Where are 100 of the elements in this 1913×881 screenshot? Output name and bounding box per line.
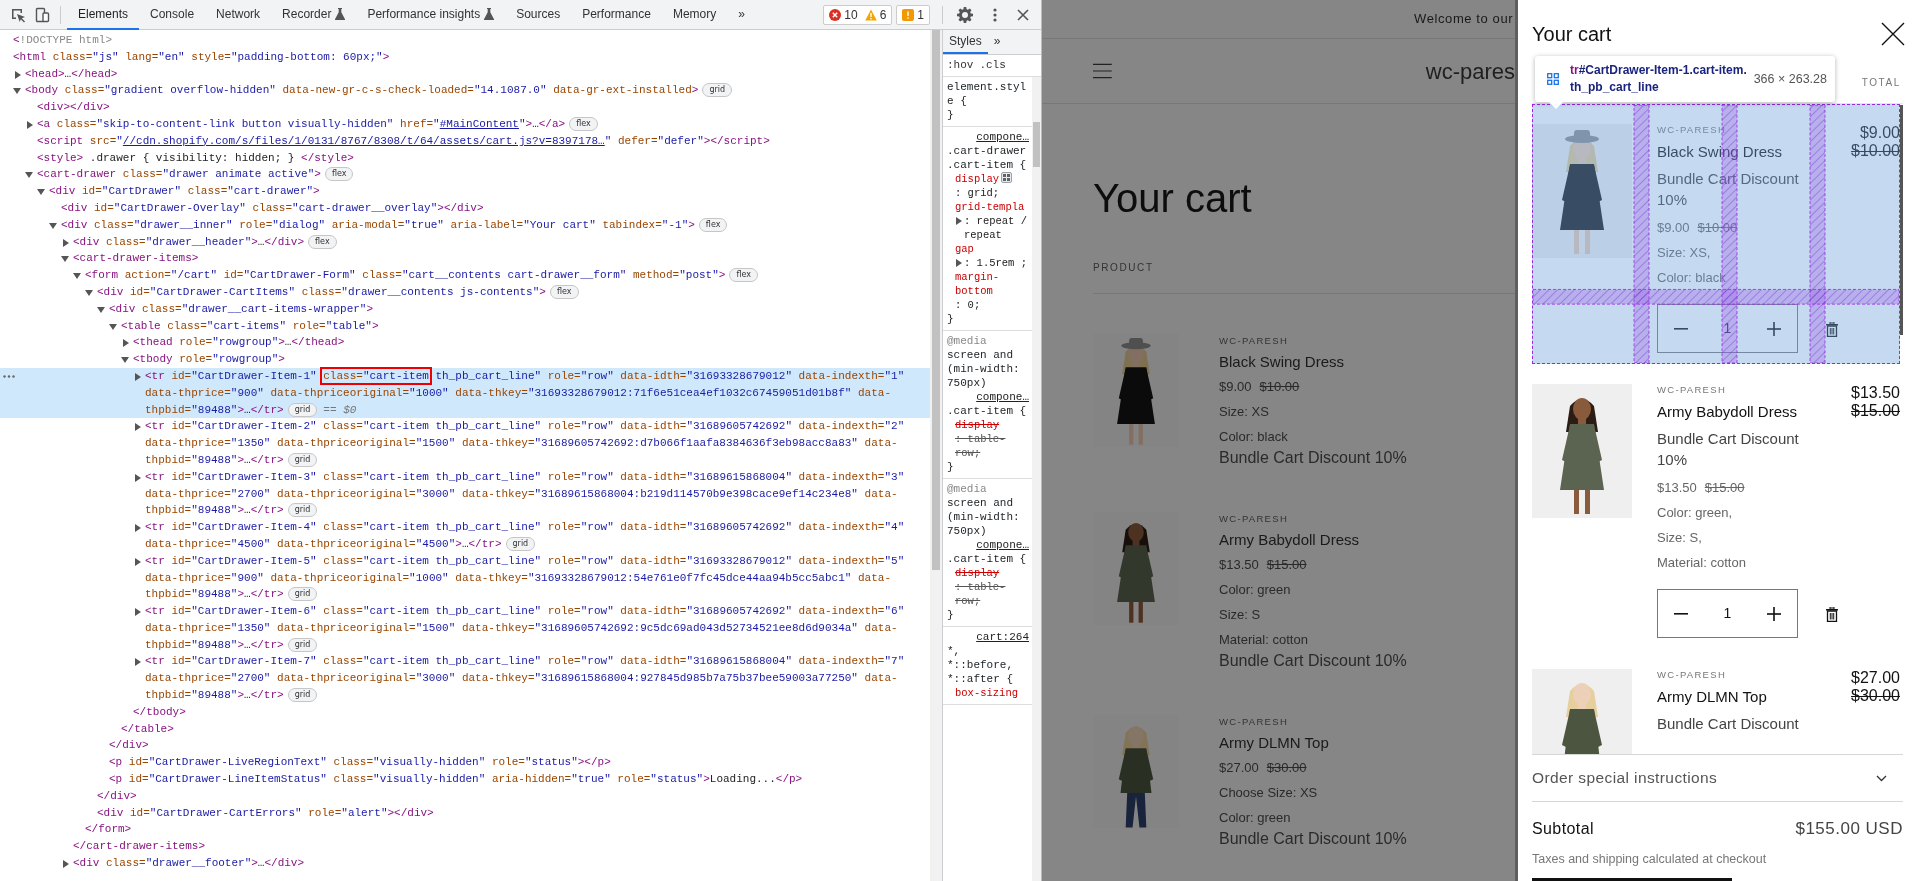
dom-tree-row[interactable]: <div class="drawer__cart-items-wrapper"> bbox=[0, 300, 930, 318]
dom-tree-row[interactable]: <div id="CartDrawer-Overlay" class="cart-drawer__overlay"></div> bbox=[0, 199, 930, 217]
caret-right-icon[interactable] bbox=[63, 238, 69, 247]
caret-down-icon[interactable] bbox=[61, 256, 69, 263]
quantity-field[interactable]: 1 bbox=[1707, 318, 1748, 339]
dom-tree-row[interactable]: <p id="CartDrawer-LiveRegionText" class="visually-hidden" role="status"></p> bbox=[0, 754, 930, 772]
quantity-field[interactable]: 1 bbox=[1707, 603, 1748, 624]
more-options-icon[interactable] bbox=[993, 7, 997, 22]
grid-editor-icon[interactable] bbox=[1001, 172, 1013, 183]
console-counter-button[interactable]: 10 6 bbox=[823, 4, 893, 25]
instructions-toggle[interactable]: Order special instructions bbox=[1532, 755, 1903, 802]
ellipsis-icon[interactable] bbox=[3, 374, 15, 378]
panel-tab[interactable]: Sources bbox=[505, 0, 572, 30]
product-name[interactable]: Army Babydoll Dress bbox=[1657, 401, 1798, 423]
close-button[interactable] bbox=[1881, 21, 1905, 46]
panel-tab[interactable]: Elements bbox=[67, 0, 140, 30]
issues-counter-button[interactable]: 1 bbox=[896, 4, 930, 25]
dom-tree-row[interactable]: <!DOCTYPE html> bbox=[0, 32, 930, 49]
caret-down-icon[interactable] bbox=[49, 222, 57, 229]
caret-right-icon[interactable] bbox=[135, 608, 141, 617]
panel-tab[interactable]: Memory bbox=[661, 0, 728, 30]
source-link[interactable]: compone… bbox=[947, 538, 1029, 552]
sidebar-tab[interactable]: Styles bbox=[943, 30, 988, 54]
menu-icon[interactable] bbox=[1093, 63, 1112, 79]
dom-tree-row[interactable]: <head>…</head> bbox=[0, 65, 930, 83]
filter-toggle[interactable]: .cls bbox=[979, 57, 1006, 74]
css-value[interactable]: : table-row; bbox=[955, 432, 1029, 460]
panel-tab[interactable]: Network bbox=[205, 0, 272, 30]
panel-tab[interactable]: Performance insights bbox=[356, 0, 506, 30]
quantity-selector[interactable]: 1 bbox=[1657, 589, 1798, 638]
caret-right-icon[interactable] bbox=[123, 339, 129, 348]
product-name[interactable]: Army Babydoll Dress bbox=[1219, 530, 1360, 550]
panel-tab[interactable]: Recorder bbox=[271, 0, 357, 30]
product-name[interactable]: Black Swing Dress bbox=[1219, 352, 1345, 372]
css-value[interactable]: : 0; bbox=[955, 298, 981, 312]
caret-right-icon[interactable] bbox=[63, 860, 69, 869]
dom-tree-row[interactable]: <html class="js" lang="en" style="padding-bottom: 60px;"> bbox=[0, 48, 930, 66]
caret-right-icon[interactable] bbox=[15, 70, 21, 79]
css-property[interactable]: gap bbox=[955, 242, 974, 256]
dom-tree-row[interactable]: <p id="CartDrawer-LineItemStatus" class="visually-hidden" aria-hidden="true" role="status">Loading...</p> bbox=[0, 771, 930, 788]
caret-right-icon[interactable] bbox=[135, 658, 141, 667]
store-logo[interactable]: wc-pares bbox=[1425, 54, 1515, 88]
scrollbar[interactable] bbox=[1900, 105, 1903, 335]
css-selector: .cart-item { bbox=[947, 404, 1028, 418]
caret-down-icon[interactable] bbox=[13, 88, 21, 95]
css-property[interactable]: margin-bottom bbox=[955, 270, 1029, 298]
scrollbar[interactable] bbox=[932, 30, 940, 570]
filter-toggle[interactable]: :hov bbox=[947, 57, 974, 74]
caret-down-icon[interactable] bbox=[97, 306, 105, 313]
caret-right-icon[interactable] bbox=[955, 259, 962, 267]
dom-tree-row[interactable] bbox=[0, 367, 930, 419]
caret-right-icon[interactable] bbox=[27, 121, 33, 129]
caret-down-icon[interactable] bbox=[109, 323, 117, 330]
css-property[interactable]: display bbox=[955, 172, 1000, 186]
product-name[interactable]: Army DLMN Top bbox=[1219, 733, 1329, 753]
more-tabs-button[interactable]: » bbox=[987, 30, 1007, 54]
caret-down-icon[interactable] bbox=[25, 172, 33, 179]
caret-right-icon[interactable] bbox=[135, 473, 141, 482]
css-value[interactable]: : 1.5rem ; bbox=[964, 256, 1027, 270]
device-toolbar-icon[interactable] bbox=[34, 6, 50, 23]
dom-tree-row[interactable]: <tr id="CartDrawer-Item-4" class="cart-item th_pb_cart_line" role="row" data-idth="31689605742692" data-indexth="4" data-thprice="4500" data-thpriceoriginal="4500">…</tr> grid bbox=[0, 519, 930, 553]
css-property[interactable]: display bbox=[955, 418, 1000, 432]
dom-tree-row[interactable]: <script src="//cdn.shopify.com/s/files/1/0131/8767/8308/t/64/assets/cart.js?v=8397178…" defer="defer"></script> bbox=[0, 132, 930, 150]
inspect-icon[interactable] bbox=[10, 6, 26, 23]
panel-tab[interactable]: Performance bbox=[571, 0, 662, 30]
css-value[interactable]: : repeat / repeat bbox=[964, 214, 1029, 242]
css-value[interactable]: : grid; bbox=[955, 186, 1000, 200]
caret-down-icon[interactable] bbox=[85, 289, 93, 296]
caret-right-icon[interactable] bbox=[955, 217, 962, 225]
caret-right-icon[interactable] bbox=[135, 524, 141, 533]
css-property[interactable]: box-sizing bbox=[955, 686, 1018, 700]
dom-tree-row[interactable]: <div id="CartDrawer" class="cart-drawer"> bbox=[0, 183, 930, 200]
dom-tree-row[interactable]: <table class="cart-items" role="table"> bbox=[0, 317, 930, 335]
caret-right-icon[interactable] bbox=[135, 423, 141, 432]
dom-tree-row[interactable]: <style> .drawer { visibility: hidden; } </style> bbox=[0, 149, 930, 167]
source-link[interactable]: cart:264 bbox=[947, 630, 1029, 644]
css-selector: .cart-item { bbox=[947, 552, 1028, 566]
source-link[interactable]: compone… bbox=[947, 130, 1029, 144]
css-property[interactable]: display bbox=[955, 566, 1000, 580]
close-icon[interactable] bbox=[1017, 8, 1029, 21]
product-name[interactable]: Army DLMN Top bbox=[1657, 686, 1767, 708]
product-vendor: WC-PARESH bbox=[1219, 715, 1289, 729]
dom-tree-row[interactable]: <div></div> bbox=[0, 99, 930, 116]
dom-tree-row[interactable]: <thead role="rowgroup">…</thead> bbox=[0, 334, 930, 352]
dom-tree-row[interactable]: <cart-drawer-items> bbox=[0, 250, 930, 268]
css-value[interactable]: : table-row; bbox=[955, 580, 1029, 608]
panel-tab[interactable]: Console bbox=[139, 0, 206, 30]
markup-line: </cart-drawer-items> bbox=[73, 839, 207, 855]
product-option: Material: cotton bbox=[1657, 554, 1746, 572]
caret-right-icon[interactable] bbox=[135, 372, 141, 381]
settings-icon[interactable] bbox=[957, 6, 973, 23]
caret-right-icon[interactable] bbox=[135, 557, 141, 566]
source-link[interactable]: compone… bbox=[947, 390, 1029, 404]
caret-down-icon[interactable] bbox=[37, 189, 45, 196]
more-tabs-button[interactable]: » bbox=[727, 0, 756, 30]
caret-down-icon[interactable] bbox=[73, 273, 81, 280]
css-property[interactable]: grid-templa bbox=[955, 200, 1025, 214]
dom-tree-row[interactable]: <div id="CartDrawer-CartErrors" role="alert"></div> bbox=[0, 804, 930, 822]
scrollbar[interactable] bbox=[1033, 122, 1040, 167]
dom-tree-row[interactable]: <div class="drawer__footer">…</div> bbox=[0, 855, 930, 872]
